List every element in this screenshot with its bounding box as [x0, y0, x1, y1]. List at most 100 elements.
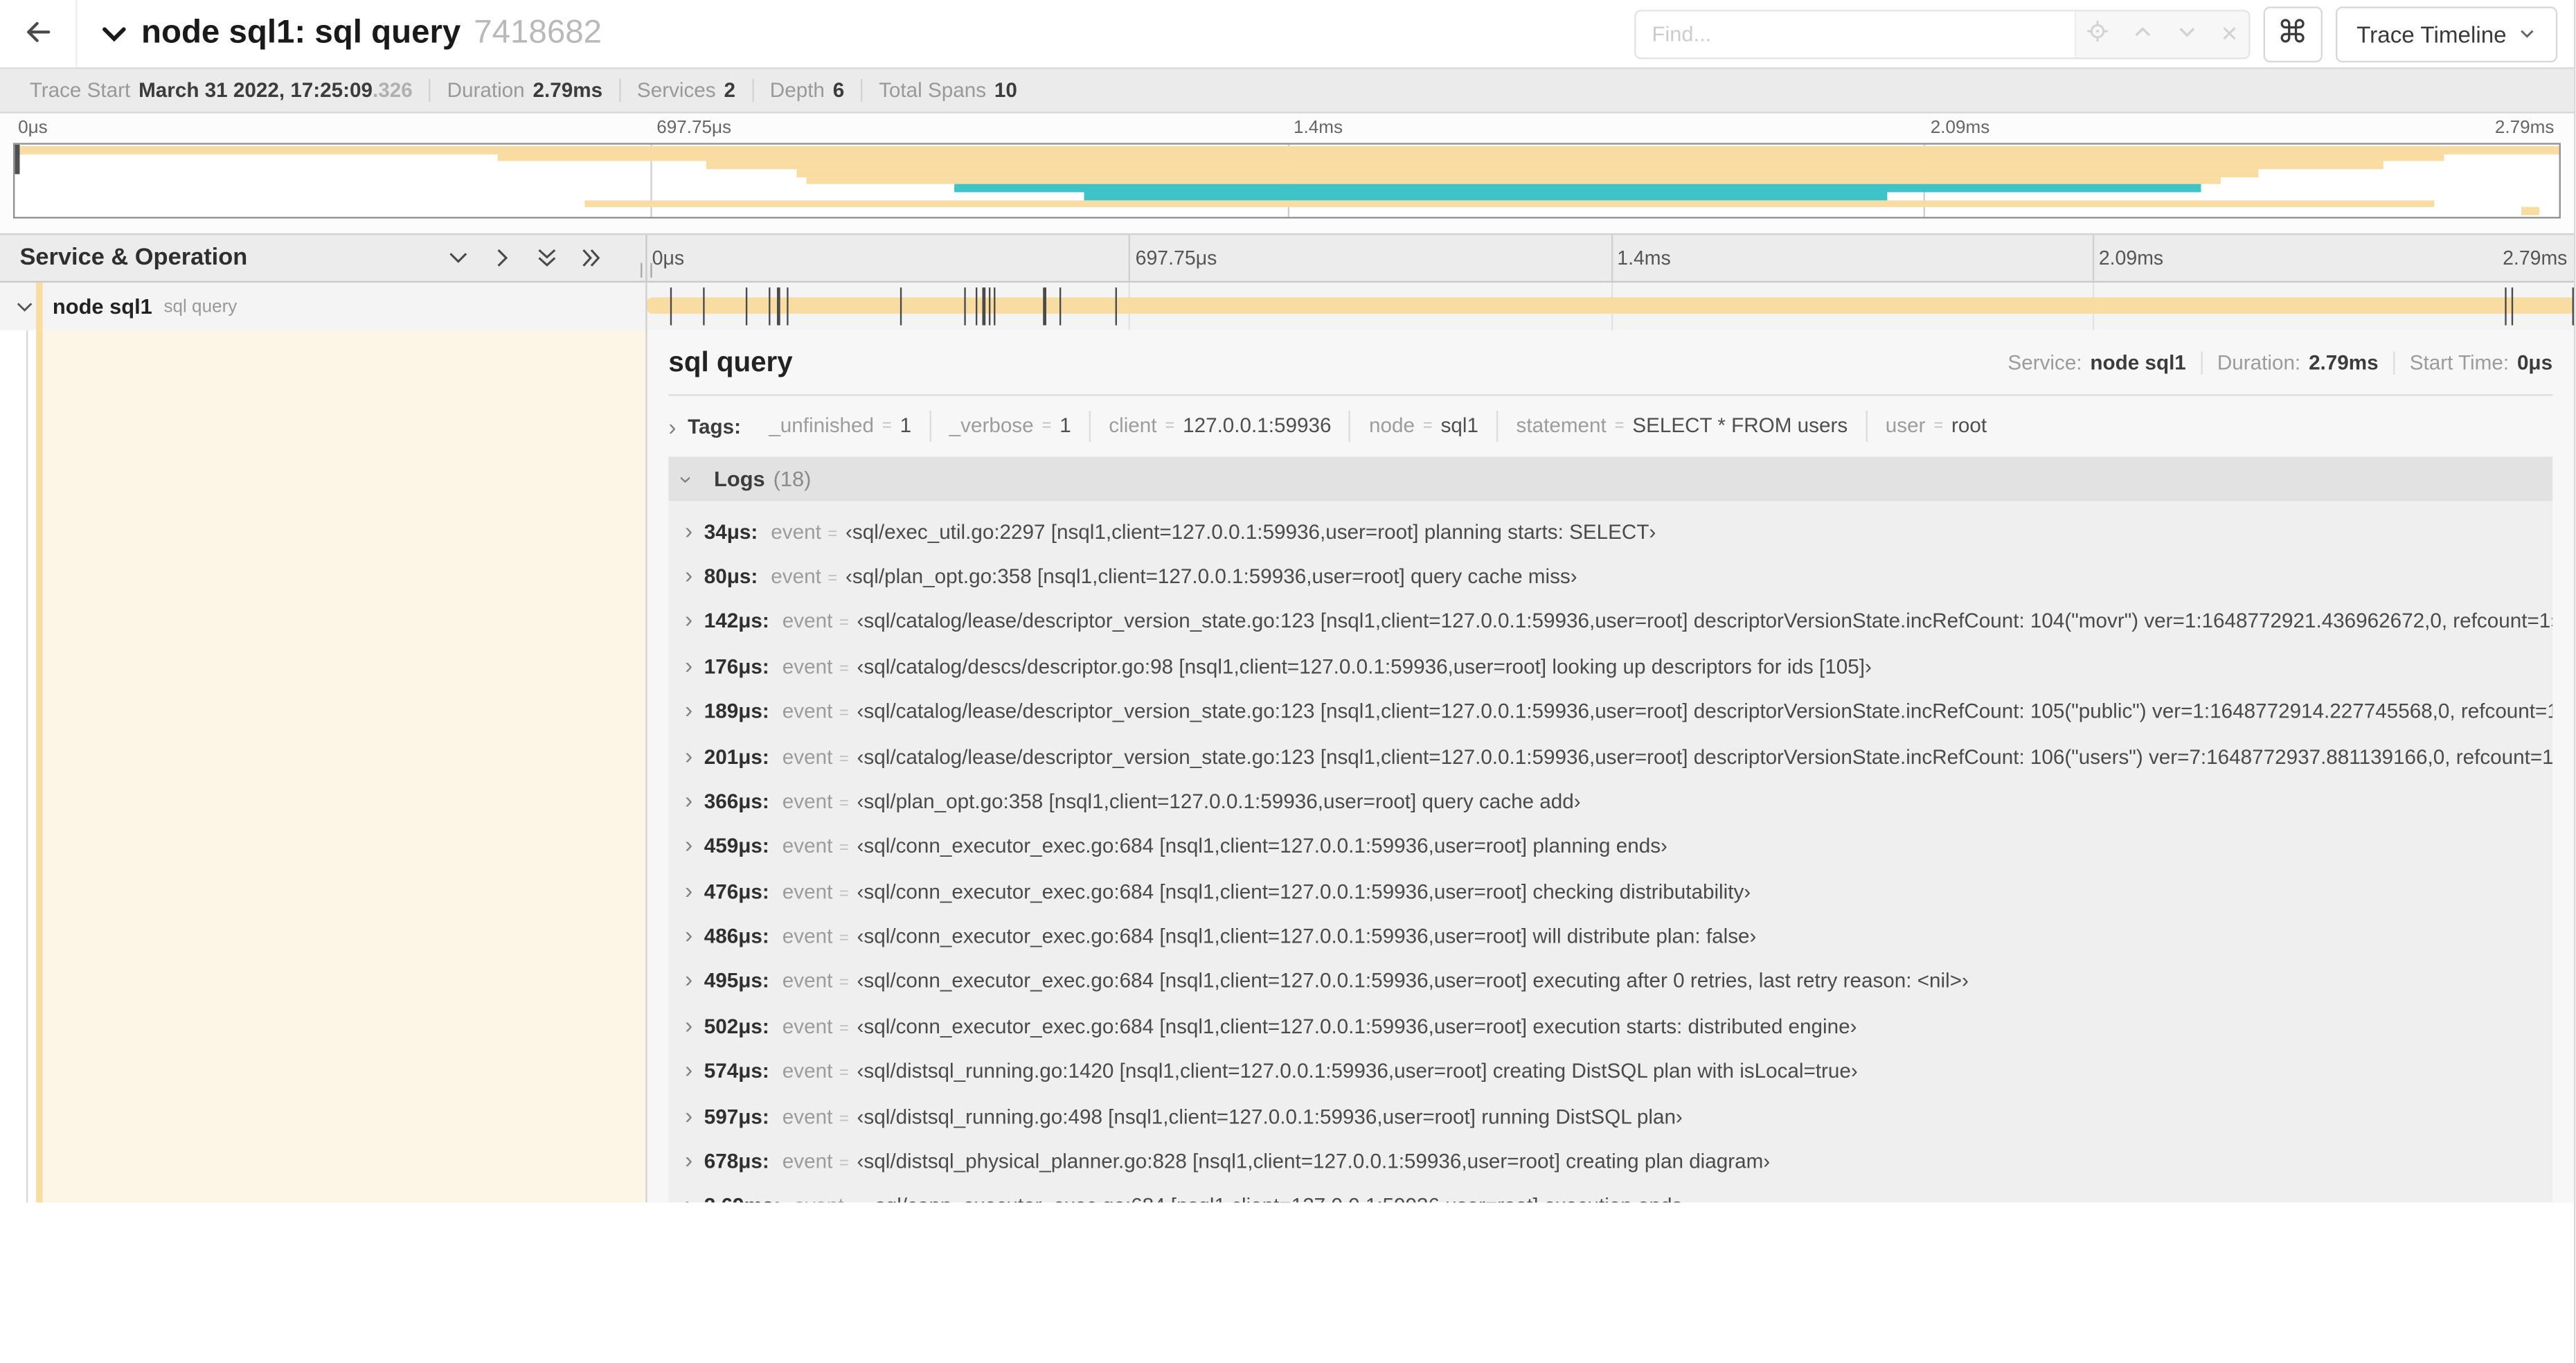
log-timestamp: 80μs:	[704, 565, 758, 589]
log-field-value: ‹sql/conn_executor_exec.go:684 [nsql1,cl…	[857, 880, 1751, 903]
log-row[interactable]: › 476μs: event = ‹sql/conn_executor_exec.go:…	[668, 869, 2552, 914]
logs-toggle-header[interactable]: › Logs (18)	[668, 456, 2553, 501]
find-next-button[interactable]	[2176, 21, 2197, 47]
minimap-span-row	[15, 146, 2559, 154]
log-row[interactable]: › 574μs: event = ‹sql/distsql_running.go:142…	[668, 1049, 2552, 1094]
log-field-key: event	[771, 520, 821, 544]
minimap-time-label: 0μs	[18, 118, 48, 139]
chevron-right-icon: ›	[685, 921, 693, 948]
collapse-all-icon[interactable]	[535, 247, 558, 269]
expand-one-icon[interactable]	[491, 247, 514, 269]
tag-key: statement	[1516, 413, 1607, 437]
tag-value: 1	[1059, 413, 1071, 437]
log-marker-tick	[778, 287, 780, 326]
log-marker-tick	[702, 287, 705, 326]
expand-all-icon[interactable]	[580, 247, 602, 269]
log-timestamp: 142μs:	[704, 610, 769, 634]
locate-span-button[interactable]	[2086, 19, 2109, 47]
log-timestamp: 574μs:	[704, 1060, 769, 1083]
tag-key: node	[1369, 413, 1415, 437]
keyboard-shortcuts-button[interactable]: ⌘	[2262, 6, 2323, 62]
ruler-time-label: 697.75μs	[1135, 246, 1217, 270]
span-service-name: node sql1	[52, 294, 152, 319]
log-timestamp: 2.69ms:	[704, 1195, 780, 1202]
chevron-down-icon: ›	[674, 474, 701, 483]
log-row[interactable]: › 597μs: event = ‹sql/distsql_running.go:498…	[668, 1094, 2552, 1139]
log-row[interactable]: › 502μs: event = ‹sql/conn_executor_exec.go:…	[668, 1004, 2552, 1049]
span-color-stripe	[36, 282, 43, 330]
log-marker-tick	[989, 287, 992, 326]
clear-find-button[interactable]: ✕	[2220, 21, 2238, 47]
log-field-key: event	[782, 1150, 833, 1173]
chevron-down-icon[interactable]	[100, 19, 128, 47]
find-prev-button[interactable]	[2131, 21, 2153, 47]
log-timestamp: 176μs:	[704, 654, 769, 679]
span-duration-bar[interactable]	[647, 297, 2574, 314]
equals-sign: =	[839, 974, 849, 993]
minimap-span-row	[15, 199, 2559, 208]
log-row[interactable]: › 2.69ms: event = ‹sql/conn_executor_exec.go…	[668, 1184, 2552, 1202]
chevron-right-icon: ›	[685, 1011, 693, 1038]
chevron-right-icon: ›	[685, 876, 693, 903]
equals-sign: =	[1041, 417, 1052, 436]
logs-list: › 34μs: event = ‹sql/exec_util.go:2297 [nsql…	[668, 501, 2552, 1202]
back-button[interactable]	[0, 0, 78, 68]
log-field-key: event	[782, 1105, 833, 1128]
log-row[interactable]: › 189μs: event = ‹sql/catalog/lease/descript…	[668, 689, 2552, 734]
find-input[interactable]	[1635, 10, 2075, 57]
equals-sign: =	[839, 1155, 849, 1173]
column-resize-handle[interactable]	[641, 262, 652, 278]
log-timestamp: 495μs:	[704, 970, 769, 993]
tag-value: SELECT * FROM users	[1632, 413, 1848, 437]
minimap-span-bar	[15, 146, 2559, 154]
minimap-span-bar	[796, 169, 2259, 177]
minimap-span-bar	[2521, 207, 2539, 215]
find-buttons: ✕	[2074, 10, 2248, 57]
depth-stat: Depth 6	[751, 78, 861, 103]
chevron-right-icon: ›	[685, 1146, 693, 1173]
command-icon: ⌘	[2277, 16, 2309, 51]
trace-minimap: 0μs 697.75μs 1.4ms 2.09ms 2.79ms	[0, 113, 2574, 233]
minimap-span-row	[15, 192, 2559, 200]
log-row[interactable]: › 366μs: event = ‹sql/plan_opt.go:358 [nsql1…	[668, 779, 2552, 824]
log-field-key: event	[794, 1195, 844, 1202]
log-row[interactable]: › 495μs: event = ‹sql/conn_executor_exec.go:…	[668, 959, 2552, 1004]
chevron-right-icon: ›	[685, 831, 693, 858]
log-field-value: ‹sql/catalog/lease/descriptor_version_st…	[857, 700, 2553, 724]
log-field-key: event	[782, 1060, 833, 1083]
log-row[interactable]: › 80μs: event = ‹sql/plan_opt.go:358 [nsql1,…	[668, 554, 2552, 599]
detail-service: Service: node sql1	[2007, 351, 2186, 375]
tag-pill: _verbose = 1	[929, 411, 1089, 443]
equals-sign: =	[839, 1110, 849, 1128]
log-field-key: event	[782, 700, 833, 724]
minimap-drag-handle[interactable]	[15, 144, 20, 174]
log-marker-tick	[769, 287, 771, 326]
chevron-up-icon	[2131, 21, 2153, 47]
minimap-span-row	[15, 169, 2559, 177]
minimap-canvas[interactable]	[12, 143, 2561, 219]
log-row[interactable]: › 142μs: event = ‹sql/catalog/lease/descript…	[668, 599, 2552, 644]
log-marker-tick	[994, 287, 996, 326]
span-bar-cell[interactable]	[647, 282, 2575, 330]
log-row[interactable]: › 486μs: event = ‹sql/conn_executor_exec.go:…	[668, 914, 2552, 959]
log-marker-tick	[976, 287, 978, 326]
chevron-down-icon[interactable]	[15, 296, 34, 316]
log-field-key: event	[782, 970, 833, 993]
span-name-cell[interactable]: node sql1 sql query	[0, 282, 647, 330]
log-row[interactable]: › 459μs: event = ‹sql/conn_executor_exec.go:…	[668, 824, 2552, 869]
log-row[interactable]: › 176μs: event = ‹sql/catalog/descs/descript…	[668, 644, 2552, 689]
minimap-span-row	[15, 154, 2559, 162]
tag-pill: node = sql1	[1349, 411, 1497, 443]
minimap-span-bar	[806, 177, 2221, 185]
log-row[interactable]: › 678μs: event = ‹sql/distsql_physical_plann…	[668, 1139, 2552, 1184]
ruler-time-label: 0μs	[652, 246, 685, 270]
minimap-span-row	[15, 161, 2559, 170]
collapse-one-icon[interactable]	[447, 247, 469, 269]
equals-sign: =	[1422, 417, 1433, 436]
trace-view-selector[interactable]: Trace Timeline	[2335, 6, 2558, 62]
log-row[interactable]: › 34μs: event = ‹sql/exec_util.go:2297 [nsql…	[668, 509, 2552, 554]
chevron-right-icon: ›	[685, 966, 693, 993]
tags-toggle-row[interactable]: › Tags: _unfinished = 1 _verbose = 1 client = 12…	[668, 396, 2552, 454]
log-row[interactable]: › 201μs: event = ‹sql/catalog/lease/descript…	[668, 734, 2552, 779]
log-field-value: ‹sql/catalog/lease/descriptor_version_st…	[857, 610, 2553, 634]
